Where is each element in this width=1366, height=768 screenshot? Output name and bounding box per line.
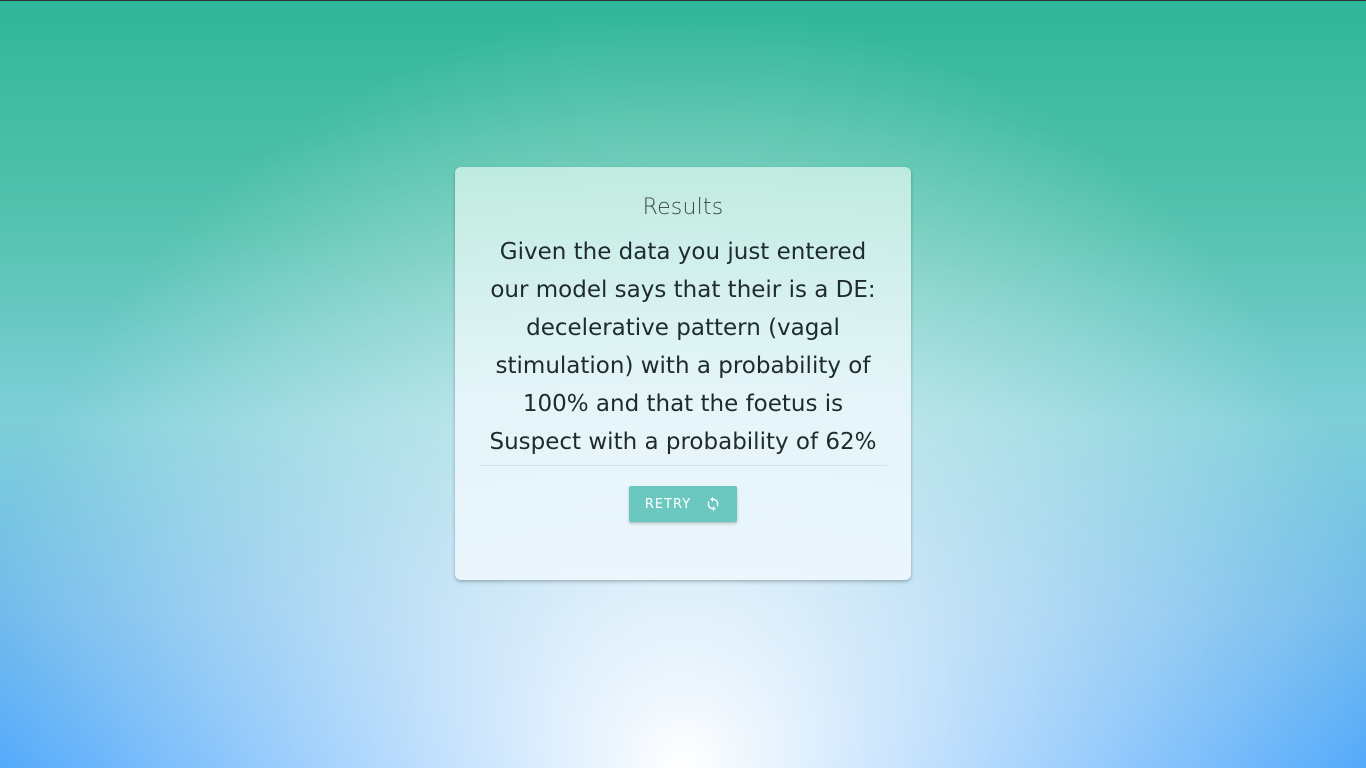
retry-button-label: RETRY: [644, 496, 692, 512]
results-message: Given the data you just entered our mode…: [489, 239, 877, 455]
card-divider: [479, 465, 887, 466]
window-top-border: [0, 0, 1366, 1]
retry-button[interactable]: RETRY: [628, 486, 738, 522]
results-card: Results Given the data you just entered …: [455, 167, 911, 580]
refresh-icon: [705, 496, 721, 512]
results-title: Results: [642, 195, 724, 220]
